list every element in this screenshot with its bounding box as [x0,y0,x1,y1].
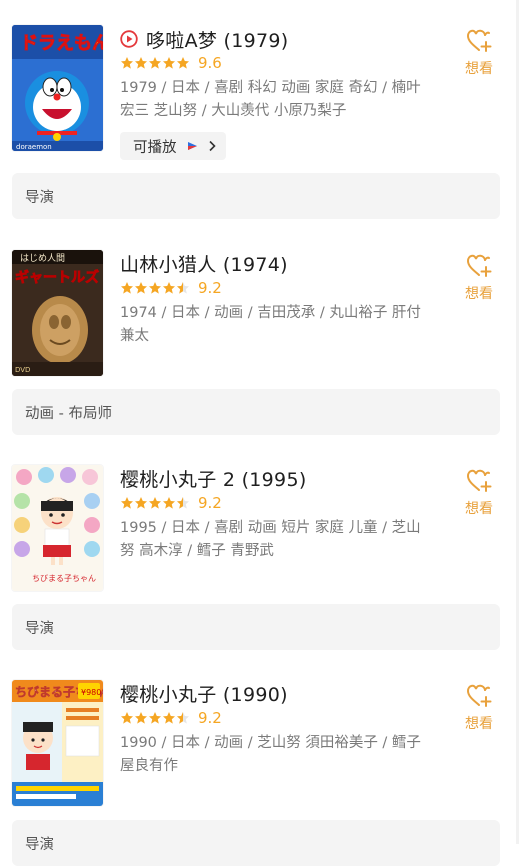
poster-image[interactable]: ちびまる子ちゃん ¥980 [12,680,103,806]
chevron-right-icon [208,140,216,152]
playable-button[interactable]: 可播放 [120,132,226,160]
wish-label: 想看 [465,61,493,77]
star-half-icon [177,282,189,294]
work-title[interactable]: 樱桃小丸子 2 (1995) [120,465,307,492]
wish-label: 想看 [465,501,493,517]
star-icon [149,57,161,69]
star-icon [135,712,147,724]
wish-label: 想看 [465,286,493,302]
wish-label: 想看 [465,716,493,732]
work-meta: 1995 / 日本 / 喜剧 动画 短片 家庭 儿童 / 芝山努 高木淳 / 鳕… [120,520,421,559]
star-icon [121,497,133,509]
star-icon [163,282,175,294]
role-label: 导演 [25,620,54,637]
role-label: 动画 - 布局师 [25,405,112,422]
svg-text:ちびまる子ちゃん: ちびまる子ちゃん [32,574,96,583]
star-rating [120,56,190,70]
role-bar: 动画 - 布局师 [12,389,500,435]
wish-button[interactable]: 想看 [462,27,496,78]
star-icon [163,712,175,724]
rating-score: 9.2 [198,709,222,727]
work-meta: 1990 / 日本 / 动画 / 芝山努 須田裕美子 / 鳕子 屋良有作 [120,735,421,774]
star-icon [135,57,147,69]
star-icon [163,57,175,69]
work-title[interactable]: 樱桃小丸子 (1990) [120,680,288,707]
star-icon [177,57,189,69]
svg-text:¥980: ¥980 [81,688,101,697]
role-label: 导演 [25,836,54,853]
role-bar: 导演 [12,173,500,219]
role-label: 导演 [25,189,54,206]
work-title[interactable]: 哆啦A梦 (1979) [146,26,289,53]
heart-plus-icon [466,469,492,492]
rating-score: 9.2 [198,494,222,512]
star-icon [163,497,175,509]
star-half-icon [177,712,189,724]
svg-text:DVD: DVD [15,366,30,374]
star-icon [149,712,161,724]
svg-text:doraemon: doraemon [16,143,52,151]
svg-text:ギャートルズ: ギャートルズ [15,269,99,286]
heart-plus-icon [466,254,492,277]
star-icon [121,282,133,294]
star-rating [120,496,190,510]
star-icon [135,497,147,509]
star-icon [121,712,133,724]
rating-score: 9.6 [198,54,222,72]
star-icon [149,282,161,294]
star-rating [120,711,190,725]
rating-score: 9.2 [198,279,222,297]
work-meta: 1974 / 日本 / 动画 / 吉田茂承 / 丸山裕子 肝付兼太 [120,305,421,344]
playable-label: 可播放 [133,139,177,156]
heart-plus-icon [466,29,492,52]
streaming-logo-icon [187,142,197,150]
play-circle-icon[interactable] [120,30,138,48]
role-bar: 导演 [12,820,500,866]
svg-text:はじめ人間: はじめ人間 [20,253,65,264]
work-meta: 1979 / 日本 / 喜剧 科幻 动画 家庭 奇幻 / 楠叶宏三 芝山努 / … [120,80,421,119]
wish-button[interactable]: 想看 [462,682,496,733]
star-icon [149,497,161,509]
wish-button[interactable]: 想看 [462,467,496,518]
wish-button[interactable]: 想看 [462,252,496,303]
heart-plus-icon [466,684,492,707]
star-half-icon [177,497,189,509]
svg-text:ドラえもん: ドラえもん [20,33,103,54]
poster-image[interactable]: ちびまる子ちゃん [12,465,103,591]
work-title[interactable]: 山林小猎人 (1974) [120,250,288,277]
star-icon [135,282,147,294]
star-rating [120,281,190,295]
poster-image[interactable]: はじめ人間 ギャートルズ DVD [12,250,103,376]
star-icon [121,57,133,69]
poster-image[interactable]: ドラえもん doraemon [12,25,103,151]
role-bar: 导演 [12,604,500,650]
